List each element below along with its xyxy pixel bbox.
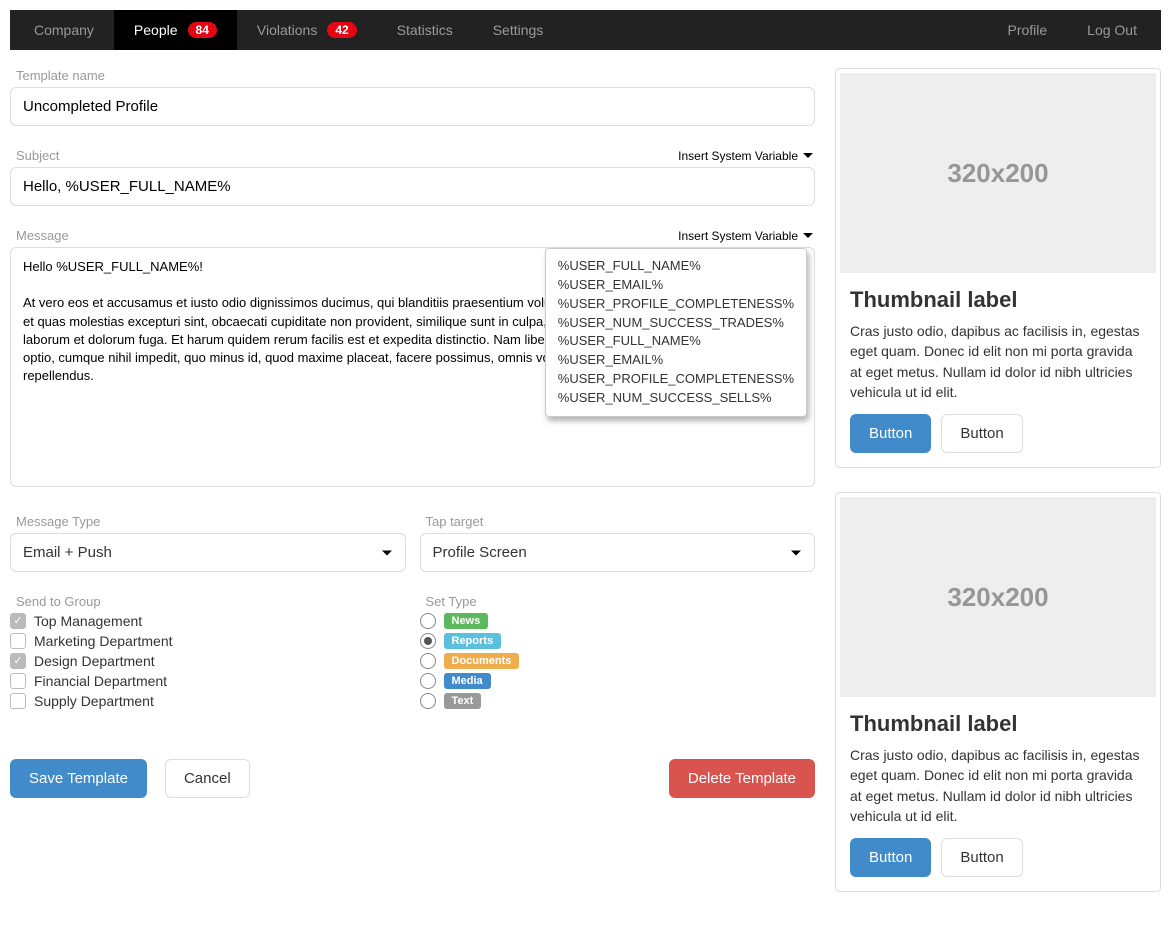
card-primary-button[interactable]: Button (850, 414, 931, 453)
nav-badge: 84 (188, 22, 217, 38)
insert-variable-subject[interactable]: Insert System Variable (678, 149, 813, 163)
insert-var-label: Insert System Variable (678, 229, 798, 243)
variable-option[interactable]: %USER_PROFILE_COMPLETENESS% (558, 370, 794, 389)
field-set-type: Set Type News Reports Documents Media Text (420, 594, 816, 713)
radio-icon[interactable] (420, 673, 436, 689)
radio-icon[interactable] (420, 633, 436, 649)
field-subject: Subject Insert System Variable (10, 148, 815, 206)
nav-logout[interactable]: Log Out (1067, 10, 1157, 50)
radio-icon[interactable] (420, 693, 436, 709)
variable-option[interactable]: %USER_PROFILE_COMPLETENESS% (558, 295, 794, 314)
group-option[interactable]: Top Management (10, 613, 406, 629)
radio-icon[interactable] (420, 653, 436, 669)
group-option[interactable]: Design Department (10, 653, 406, 669)
checkbox-icon[interactable] (10, 653, 26, 669)
delete-template-button[interactable]: Delete Template (669, 759, 815, 798)
variable-option[interactable]: %USER_EMAIL% (558, 351, 794, 370)
nav-label: Company (34, 22, 94, 38)
message-type-select[interactable]: Email + Push (10, 533, 406, 572)
set-type-option[interactable]: Media (420, 673, 816, 689)
placeholder-image: 320x200 (840, 497, 1156, 697)
group-label: Top Management (34, 613, 142, 629)
variable-dropdown: %USER_FULL_NAME% %USER_EMAIL% %USER_PROF… (545, 248, 807, 417)
nav-label: People (134, 22, 178, 38)
card-title: Thumbnail label (850, 711, 1146, 737)
checkbox-icon[interactable] (10, 633, 26, 649)
field-template-name: Template name (10, 68, 815, 126)
chevron-down-icon (791, 550, 801, 555)
group-option[interactable]: Marketing Department (10, 633, 406, 649)
label-subject: Subject (16, 148, 59, 163)
nav-label: Statistics (397, 22, 453, 38)
field-message-type: Message Type Email + Push (10, 514, 406, 572)
set-type-pill: News (444, 613, 489, 629)
card-default-button[interactable]: Button (941, 414, 1022, 453)
save-template-button[interactable]: Save Template (10, 759, 147, 798)
card-default-button[interactable]: Button (941, 838, 1022, 877)
checkbox-icon[interactable] (10, 693, 26, 709)
nav-company[interactable]: Company (14, 10, 114, 50)
nav-label: Profile (1007, 22, 1047, 38)
set-type-option[interactable]: Text (420, 693, 816, 709)
nav-settings[interactable]: Settings (473, 10, 564, 50)
label-message-type: Message Type (10, 514, 406, 529)
nav-violations[interactable]: Violations 42 (237, 10, 377, 50)
thumbnail-card: 320x200 Thumbnail label Cras justo odio,… (835, 68, 1161, 468)
chevron-down-icon (382, 550, 392, 555)
checkbox-icon[interactable] (10, 673, 26, 689)
label-template-name: Template name (10, 68, 815, 83)
checkbox-icon[interactable] (10, 613, 26, 629)
group-label: Marketing Department (34, 633, 173, 649)
nav-profile[interactable]: Profile (987, 10, 1067, 50)
subject-input[interactable] (10, 167, 815, 206)
top-nav: Company People 84 Violations 42 Statisti… (10, 10, 1161, 50)
nav-people[interactable]: People 84 (114, 10, 237, 50)
variable-option[interactable]: %USER_EMAIL% (558, 276, 794, 295)
set-type-pill: Media (444, 673, 491, 689)
chevron-down-icon (803, 233, 813, 238)
insert-var-label: Insert System Variable (678, 149, 798, 163)
radio-icon[interactable] (420, 613, 436, 629)
card-text: Cras justo odio, dapibus ac facilisis in… (850, 745, 1146, 826)
field-send-to-group: Send to Group Top Management Marketing De… (10, 594, 406, 713)
label-send-to-group: Send to Group (10, 594, 406, 609)
set-type-option[interactable]: News (420, 613, 816, 629)
variable-option[interactable]: %USER_NUM_SUCCESS_SELLS% (558, 389, 794, 408)
tap-target-select[interactable]: Profile Screen (420, 533, 816, 572)
nav-label: Settings (493, 22, 544, 38)
set-type-pill: Reports (444, 633, 502, 649)
nav-label: Log Out (1087, 22, 1137, 38)
group-label: Design Department (34, 653, 155, 669)
footer-actions: Save Template Cancel Delete Template (10, 759, 815, 798)
label-tap-target: Tap target (420, 514, 816, 529)
field-message: Message Insert System Variable %USER_FUL… (10, 228, 815, 492)
group-option[interactable]: Financial Department (10, 673, 406, 689)
set-type-option[interactable]: Documents (420, 653, 816, 669)
set-type-pill: Text (444, 693, 482, 709)
nav-badge: 42 (327, 22, 356, 38)
set-type-option[interactable]: Reports (420, 633, 816, 649)
thumbnail-card: 320x200 Thumbnail label Cras justo odio,… (835, 492, 1161, 892)
field-tap-target: Tap target Profile Screen (420, 514, 816, 572)
variable-option[interactable]: %USER_NUM_SUCCESS_TRADES% (558, 314, 794, 333)
cancel-button[interactable]: Cancel (165, 759, 250, 798)
set-type-pill: Documents (444, 653, 520, 669)
group-label: Financial Department (34, 673, 167, 689)
card-primary-button[interactable]: Button (850, 838, 931, 877)
insert-variable-message[interactable]: Insert System Variable (678, 229, 813, 243)
card-title: Thumbnail label (850, 287, 1146, 313)
variable-option[interactable]: %USER_FULL_NAME% (558, 332, 794, 351)
variable-option[interactable]: %USER_FULL_NAME% (558, 257, 794, 276)
group-option[interactable]: Supply Department (10, 693, 406, 709)
nav-label: Violations (257, 22, 317, 38)
label-message: Message (16, 228, 69, 243)
group-label: Supply Department (34, 693, 154, 709)
chevron-down-icon (803, 153, 813, 158)
template-name-input[interactable] (10, 87, 815, 126)
card-text: Cras justo odio, dapibus ac facilisis in… (850, 321, 1146, 402)
nav-statistics[interactable]: Statistics (377, 10, 473, 50)
label-set-type: Set Type (420, 594, 816, 609)
placeholder-image: 320x200 (840, 73, 1156, 273)
